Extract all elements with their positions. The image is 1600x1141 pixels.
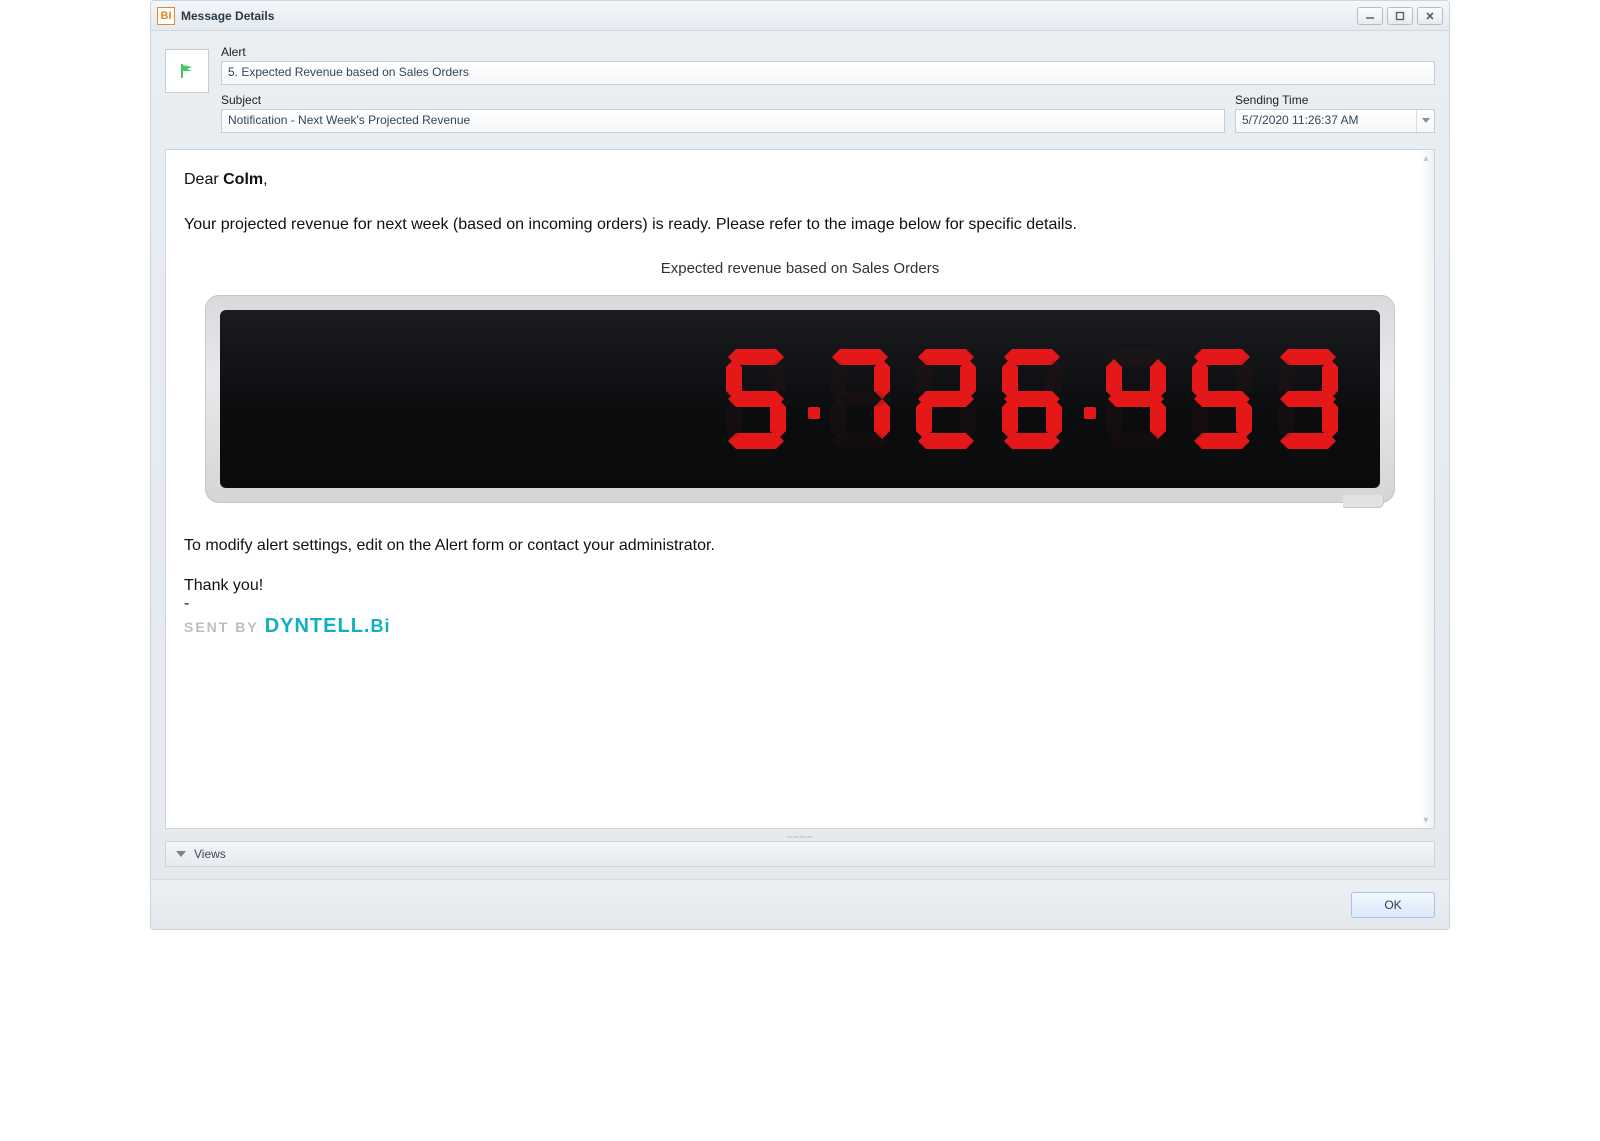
message-text: Dear Colm, Your projected revenue for ne… — [184, 168, 1416, 238]
views-label: Views — [194, 847, 226, 861]
views-expander[interactable]: Views — [165, 841, 1435, 867]
brand-logo: DYNTELL.Bi — [265, 615, 391, 638]
gauge-value — [726, 319, 1364, 479]
brand-main: DYNTELL — [265, 615, 364, 637]
subject-field[interactable]: Notification - Next Week's Projected Rev… — [221, 109, 1225, 133]
intro-text: Your projected revenue for next week (ba… — [184, 213, 1416, 238]
dash-line: - — [184, 595, 1416, 613]
close-button[interactable] — [1417, 7, 1443, 25]
maximize-icon — [1395, 11, 1405, 21]
window-title: Message Details — [181, 9, 1357, 23]
alert-field[interactable]: 5. Expected Revenue based on Sales Order… — [221, 61, 1435, 85]
sending-time-value: 5/7/2020 11:26:37 AM — [1242, 113, 1359, 127]
titlebar: BI Message Details — [151, 1, 1449, 31]
footer-instruction: To modify alert settings, edit on the Al… — [184, 537, 1416, 555]
greeting-prefix: Dear — [184, 171, 223, 188]
chevron-down-icon[interactable] — [1416, 110, 1434, 132]
thank-you: Thank you! — [184, 577, 1416, 595]
maximize-button[interactable] — [1387, 7, 1413, 25]
gauge-screen — [220, 310, 1380, 488]
brand-suffix: Bi — [370, 616, 390, 636]
close-icon — [1425, 11, 1435, 21]
revenue-gauge — [205, 295, 1395, 503]
flag-icon — [178, 62, 196, 80]
header-area: Alert 5. Expected Revenue based on Sales… — [151, 31, 1449, 139]
subject-label: Subject — [221, 93, 1225, 107]
ok-button[interactable]: OK — [1351, 892, 1435, 918]
recipient-name: Colm — [223, 171, 263, 188]
alert-value: 5. Expected Revenue based on Sales Order… — [228, 65, 469, 79]
greeting-suffix: , — [263, 171, 267, 188]
minimize-button[interactable] — [1357, 7, 1383, 25]
chart-title: Expected revenue based on Sales Orders — [184, 260, 1416, 277]
app-icon: BI — [157, 7, 175, 25]
message-body: ▴ ▾ Dear Colm, Your projected revenue fo… — [165, 149, 1435, 829]
minimize-icon — [1365, 11, 1375, 21]
sending-time-field[interactable]: 5/7/2020 11:26:37 AM — [1235, 109, 1435, 133]
scroll-up-icon[interactable]: ▴ — [1420, 152, 1432, 164]
alert-flag-box — [165, 49, 209, 93]
sending-time-label: Sending Time — [1235, 93, 1435, 107]
dialog-button-row: OK — [151, 879, 1449, 929]
chevron-down-icon — [176, 847, 186, 861]
message-details-window: BI Message Details A — [150, 0, 1450, 930]
window-buttons — [1357, 7, 1443, 25]
subject-value: Notification - Next Week's Projected Rev… — [228, 113, 470, 127]
splitter-grip[interactable]: ┉┉┉┉ — [151, 833, 1449, 841]
scroll-down-icon[interactable]: ▾ — [1420, 814, 1432, 826]
alert-label: Alert — [221, 45, 1435, 59]
app-icon-letters: BI — [161, 10, 172, 22]
sent-by-label: SENT BY — [184, 619, 259, 635]
